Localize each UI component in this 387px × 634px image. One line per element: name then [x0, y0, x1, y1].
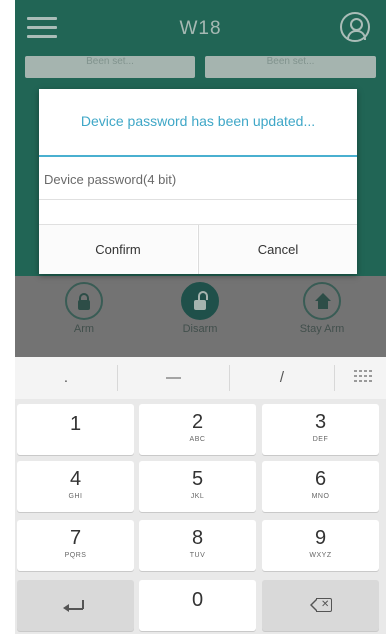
input-divider: [39, 199, 357, 200]
confirm-button[interactable]: Confirm: [39, 225, 197, 274]
key-5[interactable]: 5 JKL: [139, 461, 256, 512]
key-2-digit: 2: [191, 411, 204, 433]
key-2[interactable]: 2 ABC: [139, 404, 256, 455]
key-9-digit: 9: [314, 527, 327, 549]
key-9[interactable]: 9 WXYZ: [262, 520, 379, 571]
password-dialog: Device password has been updated... Conf…: [39, 89, 357, 274]
symbol-separator: [334, 365, 335, 391]
key-3-digit: 3: [314, 411, 327, 433]
key-8-letters: TUV: [189, 552, 206, 559]
key-4-letters: GHI: [68, 493, 83, 500]
key-2-letters: ABC: [189, 436, 206, 443]
key-5-letters: JKL: [190, 493, 205, 500]
cancel-button[interactable]: Cancel: [199, 225, 357, 274]
phone-screen: W18 Been set... Been set... Arm Disarm S…: [15, 0, 386, 634]
dialog-title: Device password has been updated...: [80, 113, 316, 129]
key-7[interactable]: 7 PQRS: [17, 520, 134, 571]
key-7-letters: PQRS: [64, 552, 87, 559]
key-7-digit: 7: [69, 527, 82, 549]
key-6-digit: 6: [314, 468, 327, 490]
backspace-icon: ✕: [310, 597, 332, 613]
key-0[interactable]: 0: [139, 580, 256, 631]
key-8[interactable]: 8 TUV: [139, 520, 256, 571]
enter-key[interactable]: [17, 580, 134, 631]
key-3[interactable]: 3 DEF: [262, 404, 379, 455]
key-6-letters: MNO: [311, 493, 330, 500]
key-slash[interactable]: /: [230, 357, 334, 399]
key-9-letters: WXYZ: [309, 552, 332, 559]
key-5-digit: 5: [191, 468, 204, 490]
key-1-digit: 1: [69, 413, 82, 435]
key-4-digit: 4: [69, 468, 82, 490]
symbol-row: . — /: [15, 357, 386, 399]
dialog-title-divider: [39, 155, 357, 157]
device-password-input[interactable]: [40, 159, 356, 199]
key-period[interactable]: .: [15, 357, 117, 399]
enter-arrow-icon: [63, 604, 69, 612]
keyboard-layout-icon[interactable]: [354, 370, 374, 386]
key-3-letters: DEF: [312, 436, 329, 443]
key-0-digit: 0: [191, 589, 204, 611]
key-1[interactable]: 1: [17, 404, 134, 455]
key-6[interactable]: 6 MNO: [262, 461, 379, 512]
key-dash[interactable]: —: [118, 357, 229, 399]
numeric-keyboard: . — / 1 2 ABC 3 DEF 4 GHI 5 JKL 6 MNO 7 …: [15, 357, 386, 634]
key-8-digit: 8: [191, 527, 204, 549]
backspace-key[interactable]: ✕: [262, 580, 379, 631]
key-4[interactable]: 4 GHI: [17, 461, 134, 512]
